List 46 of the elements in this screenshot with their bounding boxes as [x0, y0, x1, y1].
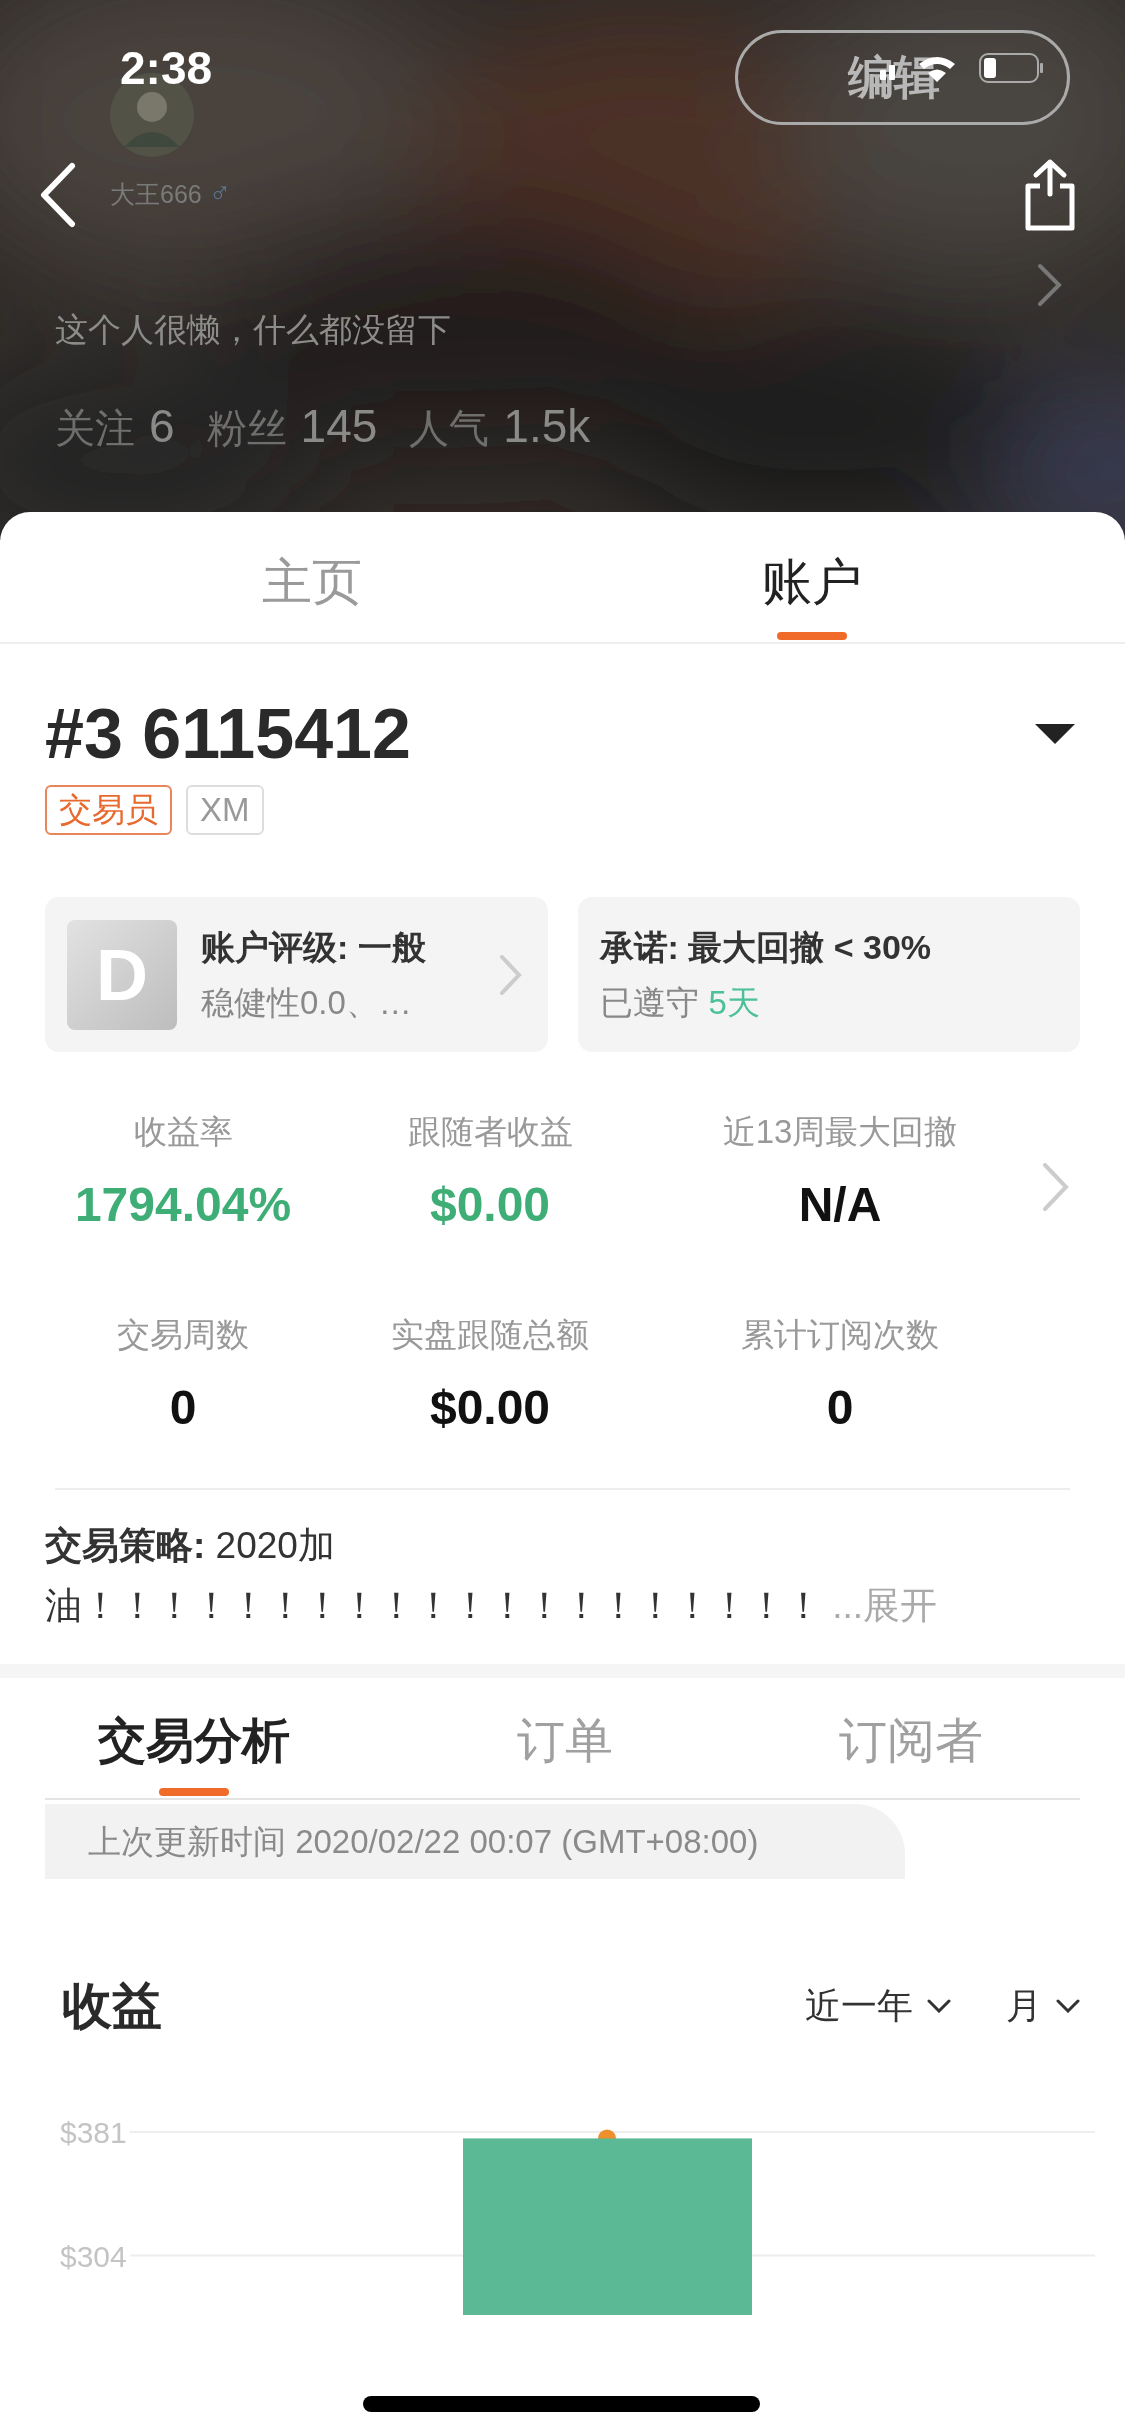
- metric-label: 收益率: [133, 1112, 233, 1152]
- metric-label: 跟随者收益: [407, 1112, 573, 1152]
- chevron-right-icon: [498, 953, 523, 996]
- strategy-text: 交易策略: 2020加油！！！！！！！！！！！！！！！！！！！！ ...展开: [45, 1524, 939, 1628]
- battery-icon: [979, 53, 1044, 83]
- tab[interactable]: 账户: [562, 512, 1062, 642]
- card-title: 账户评级: 一般: [201, 926, 426, 968]
- metric-label: 近13周最大回撤: [722, 1112, 958, 1152]
- stat-label: 粉丝: [206, 404, 287, 452]
- metric-value: N/A: [798, 1177, 882, 1233]
- dropdown-triangle-icon[interactable]: [1035, 724, 1075, 744]
- metric-label: 实盘跟随总额: [391, 1315, 589, 1355]
- back-icon[interactable]: [38, 162, 78, 228]
- metric-label: 交易周数: [117, 1315, 249, 1355]
- stat-value: 145: [300, 398, 378, 453]
- chevron-down-icon: [927, 1999, 951, 2013]
- update-time-bar: 上次更新时间 2020/02/22 00:07 (GMT+08:00): [45, 1804, 905, 1879]
- stat-label: 人气: [409, 404, 490, 452]
- user-name: 大王666 ♂: [110, 175, 232, 211]
- y-tick-label: $304: [60, 2239, 127, 2273]
- metric-value: $0.00: [429, 1380, 551, 1436]
- metric-value: 1794.04%: [74, 1177, 292, 1233]
- filter-dropdown[interactable]: 月: [1006, 1981, 1080, 2031]
- promise-status: 已遵守: [599, 982, 699, 1023]
- tag: XM: [186, 785, 264, 835]
- metric-label: 累计订阅次数: [741, 1315, 939, 1355]
- bio-text: 这个人很懒，什么都没留下: [55, 310, 452, 350]
- stat-label: 关注: [55, 404, 135, 452]
- chevron-right-icon[interactable]: [1037, 263, 1063, 307]
- card-subtitle: 稳健性0.0、…: [201, 982, 413, 1023]
- clock-time: 2:38: [120, 41, 213, 96]
- y-tick-label: $381: [60, 2116, 127, 2149]
- tab[interactable]: 交易分析: [98, 1678, 290, 1798]
- filter-dropdown[interactable]: 近一年: [805, 1981, 951, 2031]
- stat-value: 1.5k: [503, 398, 591, 453]
- promise-days: 5天: [708, 980, 760, 1025]
- metric-value: 0: [826, 1380, 854, 1436]
- metric-value: $0.00: [429, 1177, 551, 1233]
- metric-value: 0: [169, 1380, 197, 1436]
- card-title: 承诺: 最大回撤 < 30%: [599, 926, 932, 968]
- signal-icon: [880, 65, 895, 80]
- section-title: 收益: [62, 1976, 162, 2036]
- account-number: #3 6115412: [45, 694, 411, 774]
- chevron-down-icon: [1056, 1999, 1080, 2013]
- stat-value: 6: [149, 398, 175, 453]
- tag: 交易员: [45, 785, 172, 835]
